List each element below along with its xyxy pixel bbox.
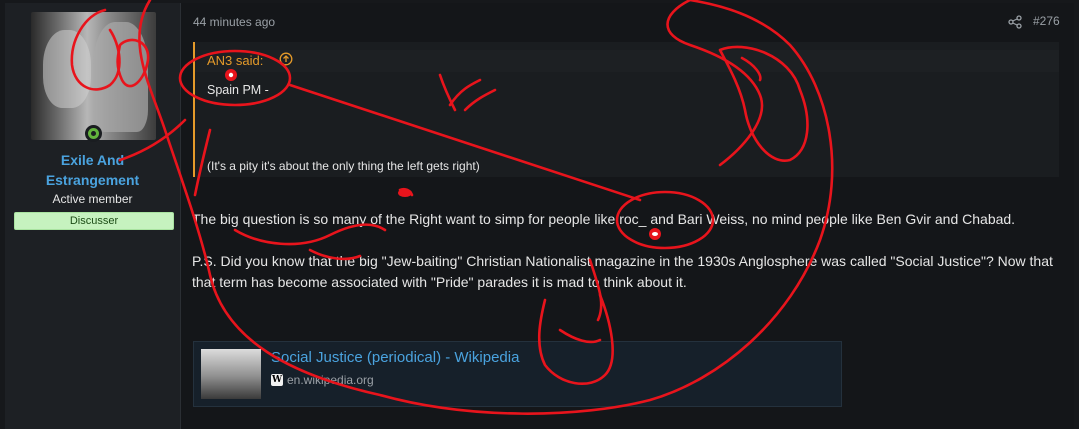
share-icon[interactable] (1008, 15, 1022, 29)
post-body: The big question is so many of the Right… (192, 209, 1062, 314)
forum-post: Exile And Estrangement Active member Dis… (0, 0, 1079, 429)
arrow-up-circle-icon[interactable] (279, 52, 293, 66)
quote-text-line1: Spain PM - (207, 83, 269, 97)
avatar[interactable] (31, 12, 156, 140)
link-preview-card[interactable]: Social Justice (periodical) - Wikipedia … (193, 341, 842, 407)
user-title: Active member (52, 192, 133, 206)
quote-header (195, 50, 1059, 72)
avatar-face (43, 30, 91, 108)
quote-text-line2: (It's a pity it's about the only thing t… (207, 159, 480, 173)
username-link[interactable]: Exile And Estrangement (5, 150, 180, 190)
online-status-icon (85, 125, 102, 142)
quote-author[interactable]: AN3 said: (207, 53, 263, 68)
post-number-link[interactable]: #276 (1033, 14, 1060, 28)
post-timestamp[interactable]: 44 minutes ago (193, 15, 275, 29)
quote-block: AN3 said: Spain PM - (It's a pity it's a… (193, 42, 1059, 177)
user-banner: Discusser (14, 212, 174, 230)
link-title[interactable]: Social Justice (periodical) - Wikipedia (271, 349, 519, 366)
post-paragraph-2: P.S. Did you know that the big "Jew-bait… (192, 253, 1053, 290)
avatar-hand (93, 22, 148, 132)
link-domain: en.wikipedia.org (287, 373, 374, 387)
username-line1: Exile And (60, 152, 125, 168)
post-paragraph-1: The big question is so many of the Right… (192, 211, 1016, 227)
user-sidebar: Exile And Estrangement Active member Dis… (5, 3, 181, 429)
wikipedia-icon: W (271, 374, 283, 386)
username-line2: Estrangement (45, 172, 140, 188)
link-thumbnail (201, 349, 261, 399)
post-main: 44 minutes ago #276 AN3 said: Spain PM -… (181, 3, 1074, 429)
